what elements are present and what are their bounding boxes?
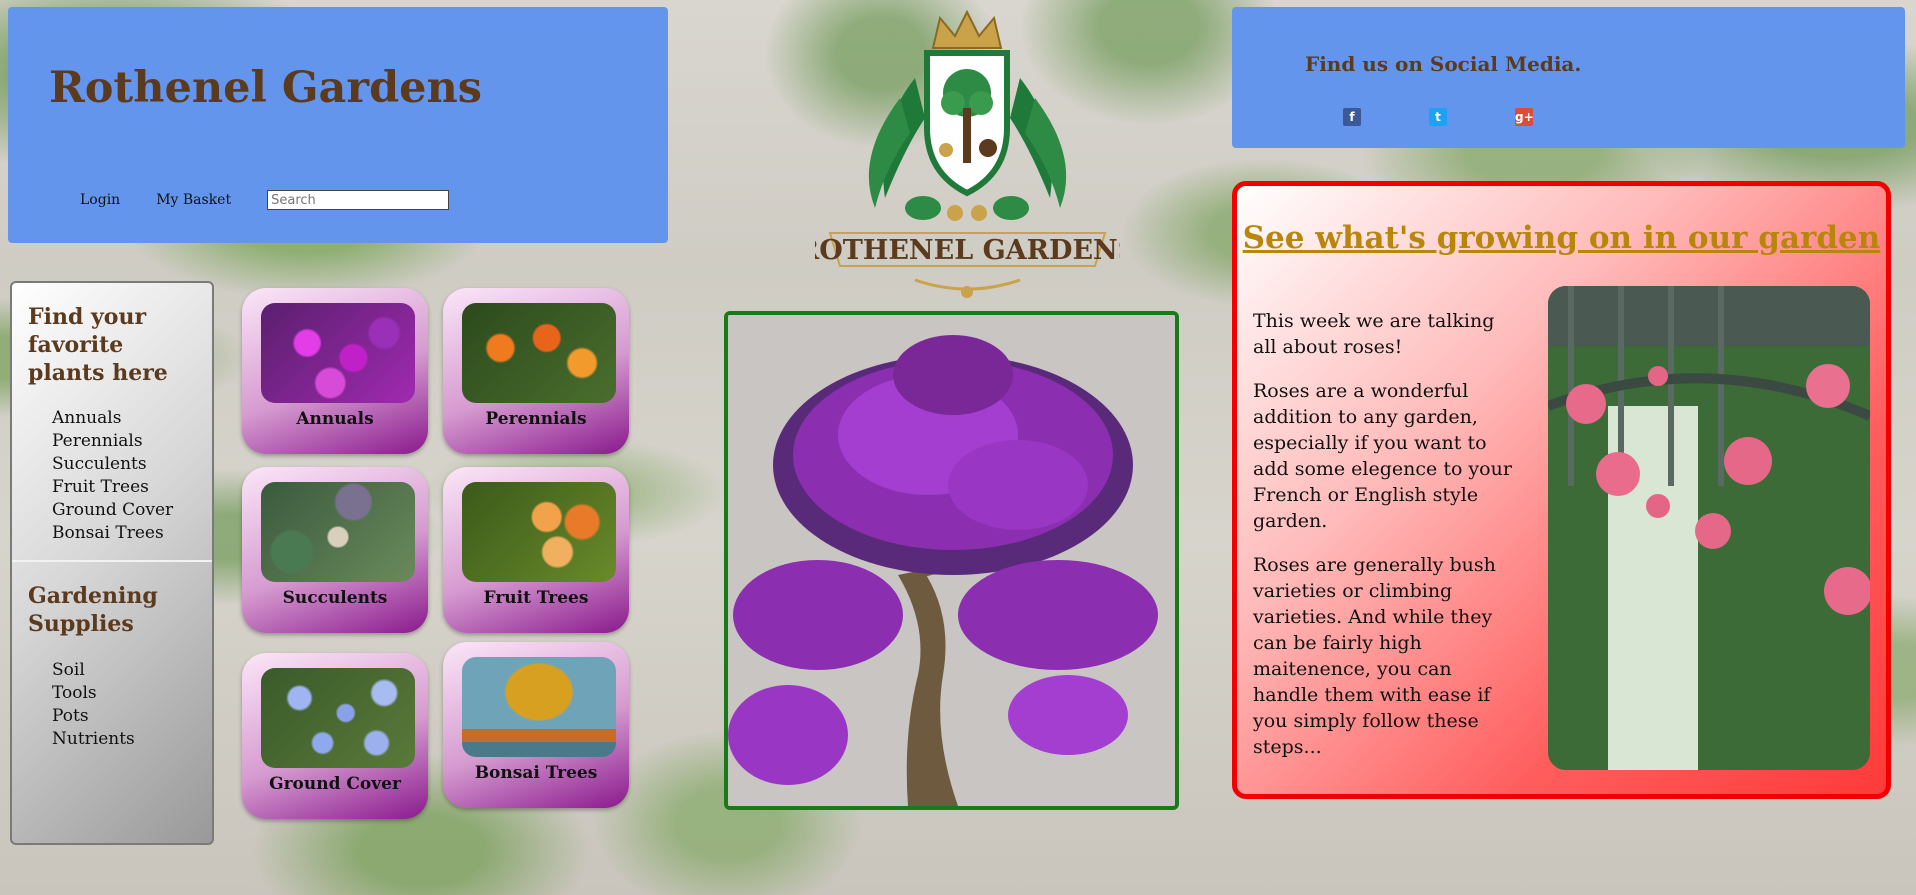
- tile-ground-cover[interactable]: Ground Cover: [242, 653, 428, 819]
- succulents-image: [261, 482, 415, 582]
- twitter-icon[interactable]: t: [1429, 108, 1447, 126]
- roses-image: [1548, 286, 1870, 770]
- tile-label: Perennials: [485, 409, 587, 429]
- sidebar-item-nutrients[interactable]: Nutrients: [52, 728, 135, 751]
- logo-text: ROTHENEL GARDENS: [815, 235, 1120, 266]
- my-basket-link[interactable]: My Basket: [156, 192, 231, 208]
- tile-bonsai-trees[interactable]: Bonsai Trees: [443, 642, 629, 808]
- roses-photo: [1548, 286, 1870, 770]
- tile-perennials[interactable]: Perennials: [443, 288, 629, 454]
- tile-fruit-trees[interactable]: Fruit Trees: [443, 467, 629, 633]
- tile-label: Annuals: [296, 409, 374, 429]
- ground-cover-image: [261, 668, 415, 768]
- blog-paragraph: Roses are generally bush varieties or cl…: [1253, 554, 1496, 758]
- fruit-trees-image: [462, 482, 616, 582]
- blog-paragraph: This week we are talking all about roses…: [1253, 310, 1495, 358]
- search-input[interactable]: [267, 190, 450, 210]
- header-panel: Rothenel Gardens Login My Basket: [8, 7, 668, 243]
- blog-text: This week we are talking all about roses…: [1253, 308, 1518, 778]
- crest-logo[interactable]: ROTHENEL GARDENS: [797, 8, 1137, 308]
- sidebar-item-tools[interactable]: Tools: [52, 682, 135, 705]
- social-title: Find us on Social Media.: [1305, 52, 1582, 76]
- tile-label: Succulents: [282, 588, 388, 608]
- site-title: Rothenel Gardens: [49, 63, 482, 113]
- tile-label: Bonsai Trees: [474, 763, 598, 783]
- login-link[interactable]: Login: [80, 192, 120, 208]
- sidebar-item-annuals[interactable]: Annuals: [52, 407, 173, 430]
- facebook-icon[interactable]: f: [1343, 108, 1361, 126]
- bonsai-trees-image: [462, 657, 616, 757]
- plants-heading: Find your favorite plants here: [28, 304, 168, 386]
- sidebar-divider: [12, 560, 212, 562]
- tile-annuals[interactable]: Annuals: [242, 288, 428, 454]
- tile-label: Ground Cover: [269, 774, 401, 794]
- supplies-list: Soil Tools Pots Nutrients: [52, 659, 135, 751]
- blog-paragraph: Roses are a wonderful addition to any ga…: [1253, 380, 1512, 532]
- crest-logo-icon: ROTHENEL GARDENS: [797, 9, 1137, 298]
- tile-label: Fruit Trees: [483, 588, 589, 608]
- google-plus-icon[interactable]: g+: [1515, 108, 1534, 126]
- supplies-heading: Gardening Supplies: [28, 583, 158, 637]
- blog-panel: See what's growing on in our garden This…: [1232, 181, 1891, 799]
- category-sidebar: Find your favorite plants here Annuals P…: [10, 281, 214, 845]
- annuals-image: [261, 303, 415, 403]
- sidebar-item-pots[interactable]: Pots: [52, 705, 135, 728]
- sidebar-item-fruit-trees[interactable]: Fruit Trees: [52, 476, 173, 499]
- featured-bonsai-photo: [724, 311, 1179, 810]
- perennials-image: [462, 303, 616, 403]
- tile-succulents[interactable]: Succulents: [242, 467, 428, 633]
- sidebar-item-bonsai-trees[interactable]: Bonsai Trees: [52, 522, 173, 545]
- social-panel: Find us on Social Media. f t g+: [1232, 7, 1905, 148]
- bonsai-image: [728, 315, 1175, 806]
- sidebar-item-soil[interactable]: Soil: [52, 659, 135, 682]
- sidebar-item-succulents[interactable]: Succulents: [52, 453, 173, 476]
- blog-title-link[interactable]: See what's growing on in our garden: [1237, 220, 1886, 256]
- sidebar-item-ground-cover[interactable]: Ground Cover: [52, 499, 173, 522]
- plants-list: Annuals Perennials Succulents Fruit Tree…: [52, 407, 173, 545]
- sidebar-item-perennials[interactable]: Perennials: [52, 430, 173, 453]
- top-nav: Login My Basket: [80, 190, 450, 210]
